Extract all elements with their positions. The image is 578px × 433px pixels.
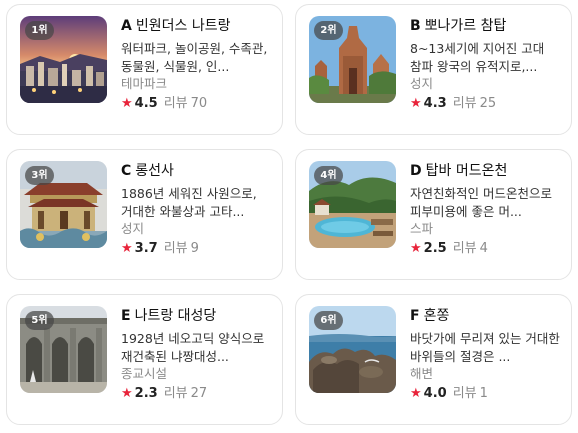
- place-category: 해변: [410, 366, 434, 381]
- review-count: 9: [190, 241, 199, 256]
- rank-badge: 2위: [314, 21, 343, 40]
- place-title[interactable]: E 나트랑 대성당: [121, 306, 276, 326]
- star-icon: ★: [410, 386, 422, 401]
- place-title[interactable]: A 빈원더스 나트랑: [121, 16, 276, 36]
- rating-score: 4.0: [423, 386, 447, 401]
- rank-badge: 6위: [314, 311, 343, 330]
- place-name: 나트랑 대성당: [134, 308, 217, 324]
- place-name: 뽀나가르 참탑: [424, 18, 507, 34]
- place-description: 워터파크, 놀이공원, 수족관, 동물원, 식물원, 인...: [121, 41, 268, 74]
- place-title[interactable]: B 뽀나가르 참탑: [410, 16, 565, 36]
- review-label: 리뷰: [452, 96, 477, 111]
- place-card-d[interactable]: 4위 D 탑바 머드온천 자연친화적인 머드온천으로 피부미용에 좋은 머... …: [295, 149, 572, 280]
- place-description: 1886년 세워진 사원으로, 거대한 와불상과 고타...: [121, 186, 257, 219]
- rank-badge: 1위: [25, 21, 54, 40]
- review-count: 70: [190, 96, 208, 111]
- place-card-b[interactable]: 2위 B 뽀나가르 참탑 8~13세기에 지어진 고대 참파 왕국의 유적지로,.…: [295, 4, 572, 135]
- rating-row: ★ 2.5 리뷰 4: [410, 240, 565, 258]
- rating-row: ★ 2.3 리뷰 27: [121, 385, 276, 403]
- place-category: 테마파크: [121, 76, 168, 91]
- review-label: 리뷰: [163, 241, 188, 256]
- rating-row: ★ 3.7 리뷰 9: [121, 240, 276, 258]
- place-name: 롱선사: [135, 163, 174, 179]
- rank-badge: 3위: [25, 166, 54, 185]
- thumbnail-vinwonders[interactable]: 1위: [20, 16, 107, 103]
- place-letter: C: [121, 163, 132, 179]
- rating-row: ★ 4.5 리뷰 70: [121, 95, 276, 113]
- review-label: 리뷰: [163, 386, 188, 401]
- review-count: 4: [479, 241, 488, 256]
- place-title[interactable]: F 혼쫑: [410, 306, 565, 326]
- thumbnail-hon-chong[interactable]: 6위: [309, 306, 396, 393]
- place-letter: D: [410, 163, 422, 179]
- star-icon: ★: [121, 241, 133, 256]
- thumbnail-po-nagar[interactable]: 2위: [309, 16, 396, 103]
- place-description: 8~13세기에 지어진 고대 참파 왕국의 유적지로,...: [410, 41, 545, 74]
- place-letter: B: [410, 18, 421, 34]
- place-name: 빈원더스 나트랑: [135, 18, 231, 34]
- review-label: 리뷰: [163, 96, 188, 111]
- thumbnail-thap-ba-mud-spa[interactable]: 4위: [309, 161, 396, 248]
- place-card-f[interactable]: 6위 F 혼쫑 바닷가에 무리져 있는 거대한 바위들의 절경은 ... 해변 ★…: [295, 294, 572, 425]
- place-letter: A: [121, 18, 132, 34]
- place-card-c[interactable]: 3위 C 롱선사 1886년 세워진 사원으로, 거대한 와불상과 고타... 성…: [6, 149, 283, 280]
- star-icon: ★: [121, 96, 133, 111]
- thumbnail-long-son-pagoda[interactable]: 3위: [20, 161, 107, 248]
- place-description: 바닷가에 무리져 있는 거대한 바위들의 절경은 ...: [410, 331, 560, 364]
- review-label: 리뷰: [452, 241, 477, 256]
- rating-score: 3.7: [134, 241, 158, 256]
- review-count: 25: [479, 96, 497, 111]
- place-title[interactable]: C 롱선사: [121, 161, 276, 181]
- review-label: 리뷰: [452, 386, 477, 401]
- rank-badge: 4위: [314, 166, 343, 185]
- place-category: 스파: [410, 221, 434, 236]
- place-name: 혼쫑: [423, 308, 450, 324]
- star-icon: ★: [121, 386, 133, 401]
- rating-score: 4.5: [134, 96, 158, 111]
- star-icon: ★: [410, 96, 422, 111]
- place-card-a[interactable]: 1위 A 빈원더스 나트랑 워터파크, 놀이공원, 수족관, 동물원, 식물원, …: [6, 4, 283, 135]
- star-icon: ★: [410, 241, 422, 256]
- place-category: 성지: [410, 76, 434, 91]
- place-name: 탑바 머드온천: [425, 163, 508, 179]
- rating-score: 4.3: [423, 96, 447, 111]
- place-title[interactable]: D 탑바 머드온천: [410, 161, 565, 181]
- place-card-e[interactable]: 5위 E 나트랑 대성당 1928년 네오고딕 양식으로 재건축된 냐짱대성...…: [6, 294, 283, 425]
- place-category: 성지: [121, 221, 145, 236]
- place-letter: E: [121, 308, 131, 324]
- rating-row: ★ 4.3 리뷰 25: [410, 95, 565, 113]
- place-description: 자연친화적인 머드온천으로 피부미용에 좋은 머...: [410, 186, 552, 219]
- place-description: 1928년 네오고딕 양식으로 재건축된 냐짱대성...: [121, 331, 265, 364]
- place-category: 종교시설: [121, 366, 168, 381]
- review-count: 1: [479, 386, 488, 401]
- review-count: 27: [190, 386, 208, 401]
- rating-score: 2.3: [134, 386, 158, 401]
- place-letter: F: [410, 308, 420, 324]
- rating-score: 2.5: [423, 241, 447, 256]
- rank-badge: 5위: [25, 311, 54, 330]
- thumbnail-nha-trang-cathedral[interactable]: 5위: [20, 306, 107, 393]
- rating-row: ★ 4.0 리뷰 1: [410, 385, 565, 403]
